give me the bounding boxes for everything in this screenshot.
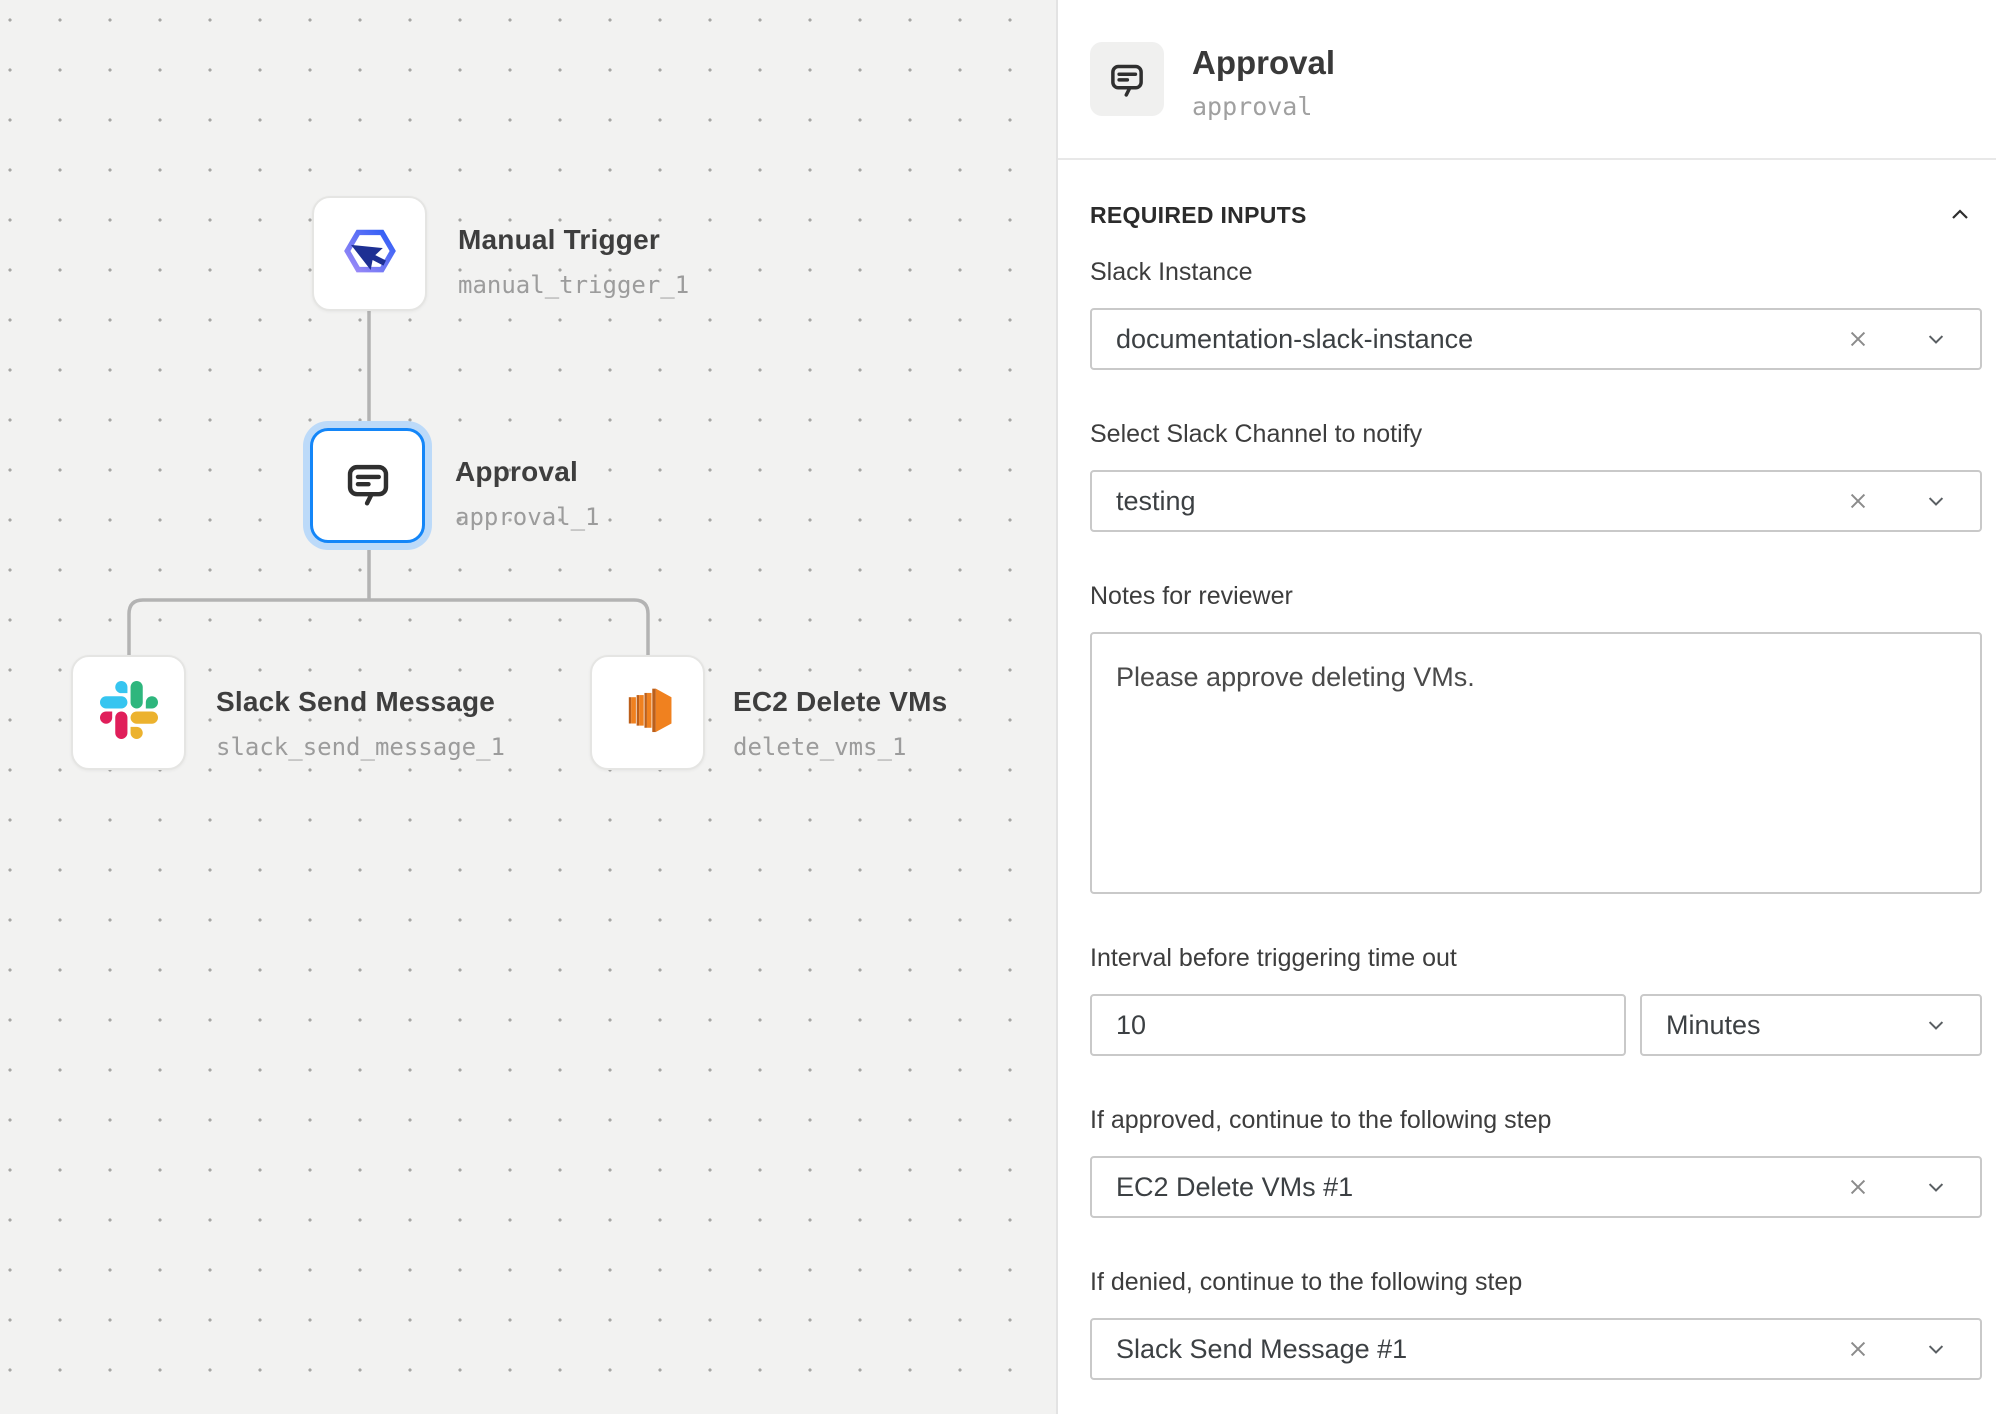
- interval-label: Interval before triggering time out: [1090, 944, 1982, 974]
- clear-icon[interactable]: [1844, 1173, 1872, 1201]
- node-approval[interactable]: [310, 428, 425, 543]
- node-id: delete_vms_1: [733, 733, 947, 761]
- slack-icon: [100, 681, 158, 744]
- panel-subtitle: approval: [1192, 92, 1335, 121]
- chevron-down-icon[interactable]: [1922, 1335, 1950, 1363]
- node-title: Slack Send Message: [216, 686, 505, 718]
- workflow-canvas[interactable]: Manual Trigger manual_trigger_1 Approval…: [0, 0, 1058, 1414]
- slack-channel-label: Select Slack Channel to notify: [1090, 420, 1982, 450]
- section-title: REQUIRED INPUTS: [1090, 202, 1307, 229]
- if-approved-value: EC2 Delete VMs #1: [1116, 1172, 1844, 1203]
- clear-icon[interactable]: [1844, 325, 1872, 353]
- node-slack-send-message[interactable]: [71, 655, 186, 770]
- interval-unit-select[interactable]: Minutes: [1640, 994, 1982, 1056]
- node-id: approval_1: [455, 503, 600, 531]
- header-divider: [1058, 158, 1996, 160]
- clear-icon[interactable]: [1844, 1335, 1872, 1363]
- slack-channel-value: testing: [1116, 486, 1844, 517]
- panel-header: Approval approval: [1058, 0, 1996, 158]
- node-title: Approval: [455, 456, 600, 488]
- chevron-down-icon[interactable]: [1922, 1173, 1950, 1201]
- clear-icon[interactable]: [1844, 487, 1872, 515]
- node-id: slack_send_message_1: [216, 733, 505, 761]
- node-title: EC2 Delete VMs: [733, 686, 947, 718]
- if-approved-select[interactable]: EC2 Delete VMs #1: [1090, 1156, 1982, 1218]
- interval-unit-value: Minutes: [1666, 1010, 1761, 1041]
- required-inputs-section-header[interactable]: REQUIRED INPUTS: [1090, 198, 1982, 232]
- ec2-icon: [616, 678, 680, 747]
- approval-icon: [340, 455, 396, 516]
- if-denied-select[interactable]: Slack Send Message #1: [1090, 1318, 1982, 1380]
- interval-row: 10 Minutes: [1090, 974, 1982, 1056]
- panel-title: Approval: [1192, 44, 1335, 82]
- notes-textarea[interactable]: Please approve deleting VMs.: [1090, 632, 1982, 894]
- chevron-down-icon[interactable]: [1922, 1011, 1950, 1039]
- approval-icon: [1090, 42, 1164, 116]
- chevron-down-icon[interactable]: [1922, 325, 1950, 353]
- slack-channel-select[interactable]: testing: [1090, 470, 1982, 532]
- chevron-up-icon[interactable]: [1948, 203, 1972, 227]
- step-config-panel: Approval approval REQUIRED INPUTS Slack …: [1056, 0, 1996, 1414]
- node-manual-trigger[interactable]: [312, 196, 427, 311]
- if-denied-label: If denied, continue to the following ste…: [1090, 1268, 1982, 1298]
- notes-label: Notes for reviewer: [1090, 582, 1982, 612]
- node-title: Manual Trigger: [458, 224, 689, 256]
- node-ec2-delete-vms[interactable]: [590, 655, 705, 770]
- slack-instance-value: documentation-slack-instance: [1116, 324, 1844, 355]
- node-id: manual_trigger_1: [458, 271, 689, 299]
- interval-value-input[interactable]: 10: [1090, 994, 1626, 1056]
- manual-trigger-icon: [339, 220, 401, 287]
- if-denied-value: Slack Send Message #1: [1116, 1334, 1844, 1365]
- if-approved-label: If approved, continue to the following s…: [1090, 1106, 1982, 1136]
- slack-instance-select[interactable]: documentation-slack-instance: [1090, 308, 1982, 370]
- chevron-down-icon[interactable]: [1922, 487, 1950, 515]
- slack-instance-label: Slack Instance: [1090, 258, 1982, 288]
